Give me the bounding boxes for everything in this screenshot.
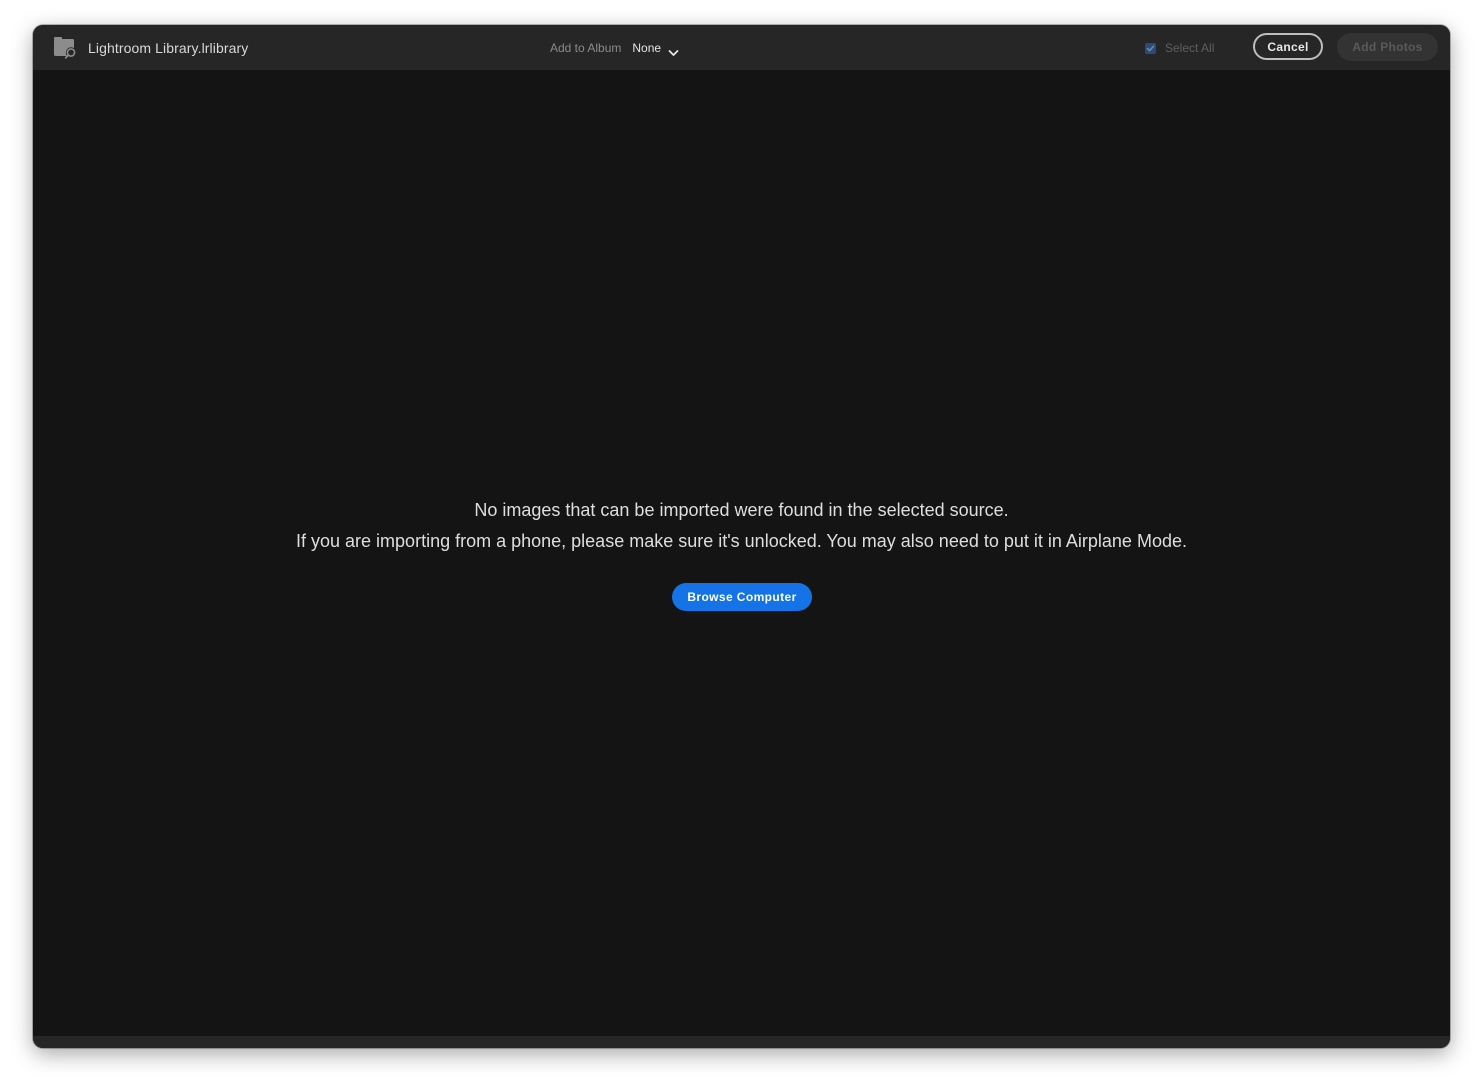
source-selector[interactable]: Lightroom Library.lrlibrary bbox=[53, 36, 248, 60]
chevron-down-icon bbox=[668, 44, 679, 56]
select-all-checkbox[interactable] bbox=[1145, 42, 1156, 54]
add-photos-button[interactable]: Add Photos bbox=[1337, 33, 1438, 61]
import-toolbar: Lightroom Library.lrlibrary Add to Album… bbox=[33, 25, 1450, 70]
empty-state-line-1: No images that can be imported were foun… bbox=[474, 500, 1009, 520]
empty-state-message: No images that can be imported were foun… bbox=[33, 495, 1450, 557]
add-to-album: Add to Album None bbox=[550, 39, 679, 57]
select-all[interactable]: Select All bbox=[1145, 40, 1214, 56]
album-dropdown-value: None bbox=[632, 41, 662, 55]
source-label: Lightroom Library.lrlibrary bbox=[88, 40, 249, 56]
checkmark-icon bbox=[1146, 44, 1155, 51]
add-to-album-label: Add to Album bbox=[550, 41, 622, 55]
bottom-bar bbox=[33, 1036, 1450, 1048]
browse-computer-button[interactable]: Browse Computer bbox=[672, 583, 812, 611]
select-all-label: Select All bbox=[1165, 41, 1215, 55]
empty-state-line-2: If you are importing from a phone, pleas… bbox=[296, 531, 1187, 551]
album-dropdown[interactable]: None bbox=[632, 41, 679, 56]
import-window: Lightroom Library.lrlibrary Add to Album… bbox=[33, 25, 1450, 1048]
cancel-button[interactable]: Cancel bbox=[1253, 33, 1323, 60]
folder-search-icon bbox=[53, 36, 79, 60]
